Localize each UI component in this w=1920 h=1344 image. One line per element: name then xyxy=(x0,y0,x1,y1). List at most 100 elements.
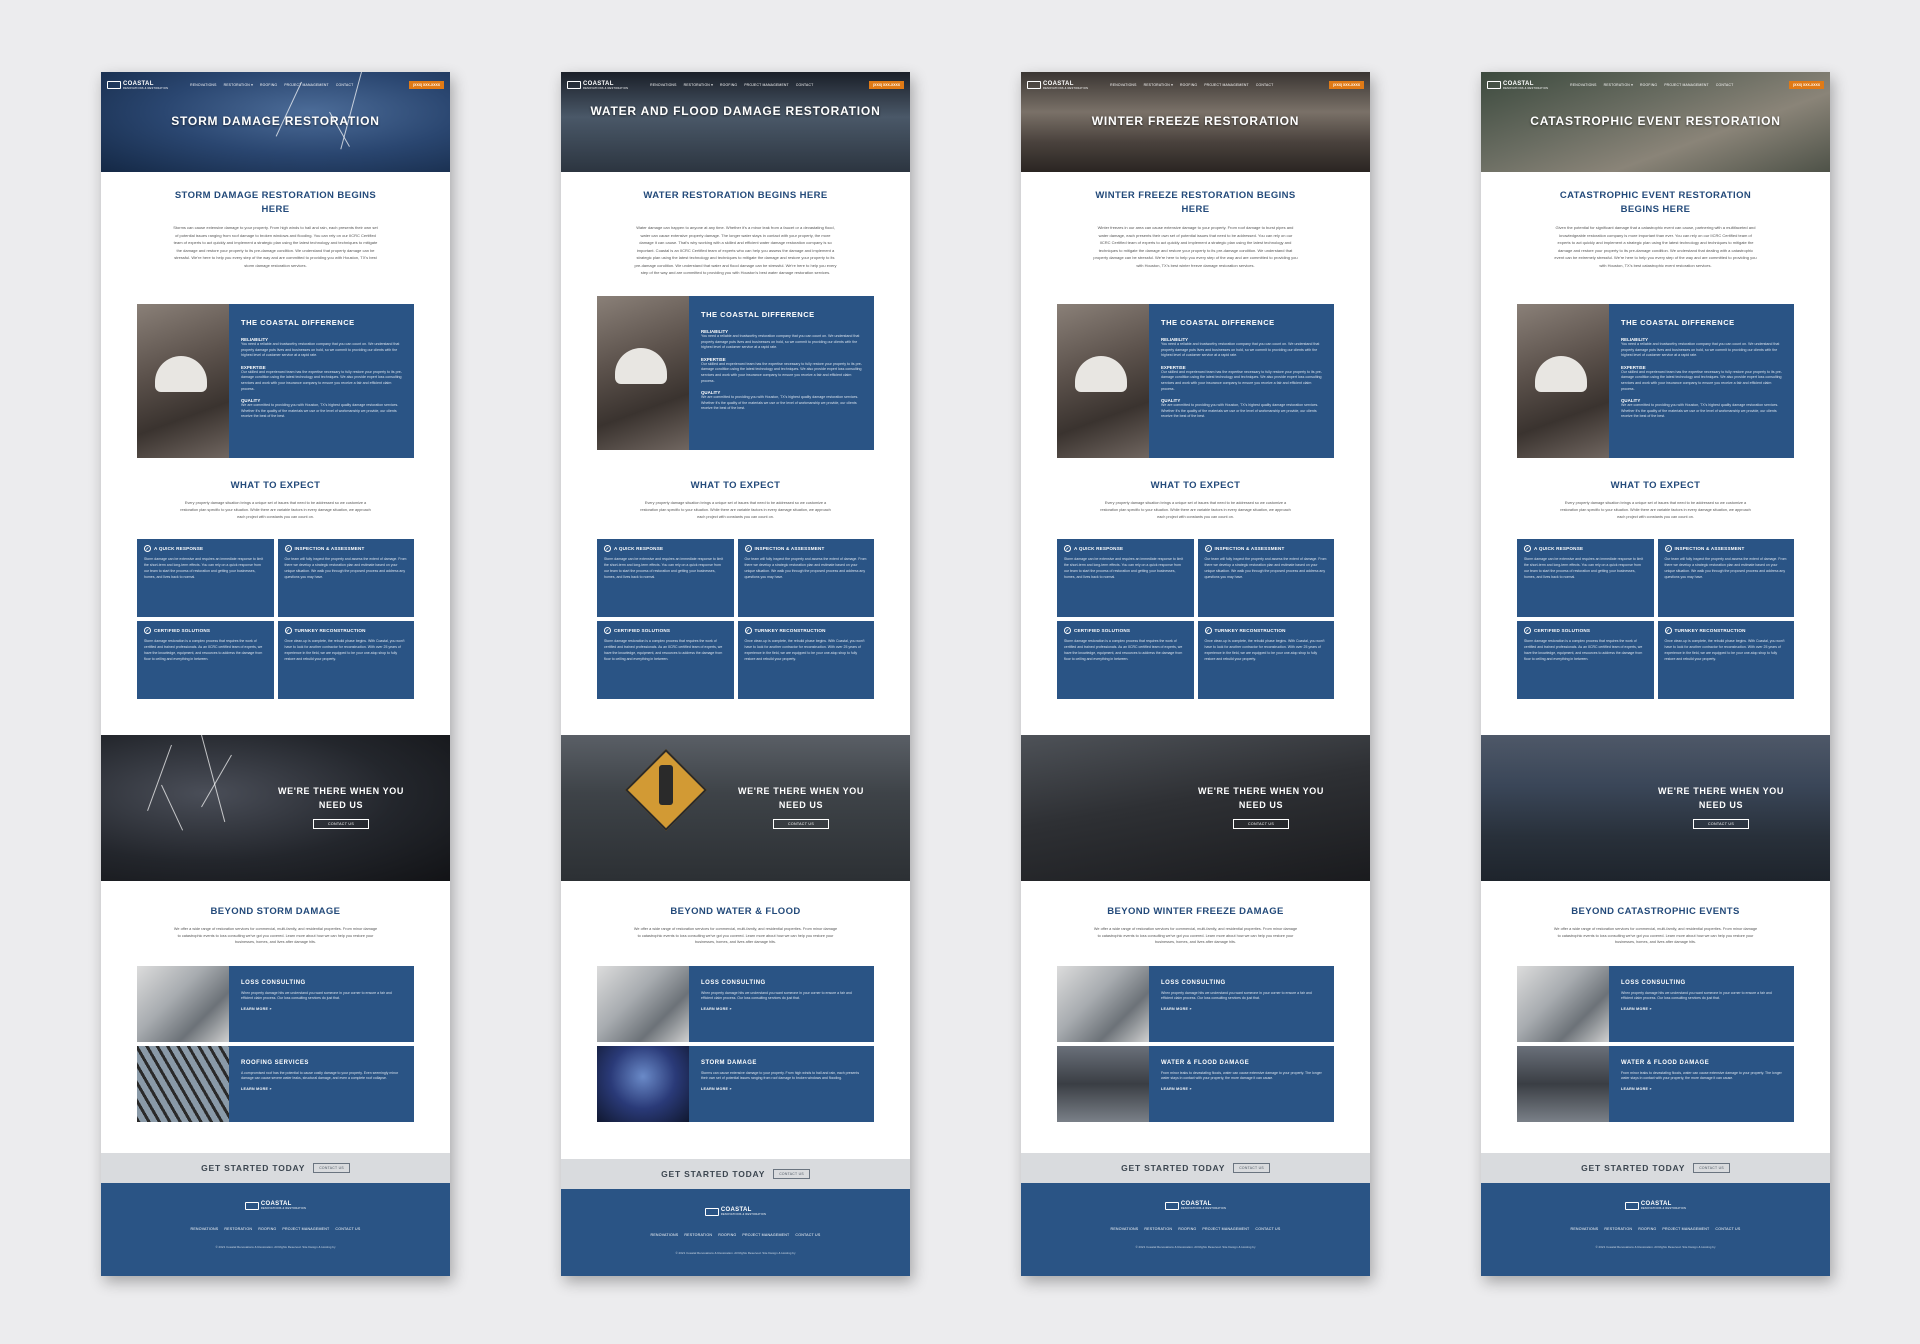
nav-project-management[interactable]: PROJECT MANAGEMENT xyxy=(1204,83,1249,87)
expect-cards-grid: ✓ A QUICK RESPONSE Storm damage can be ex… xyxy=(1517,539,1794,699)
logo[interactable]: COASTAL RENOVATIONS & RESTORATION xyxy=(567,81,628,90)
nav-restoration[interactable]: RESTORATION ▾ xyxy=(1144,83,1173,87)
lightning-bolt xyxy=(201,754,232,808)
learn-more-link[interactable]: LEARN MORE » xyxy=(1621,1087,1782,1091)
learn-more-link[interactable]: LEARN MORE » xyxy=(1161,1087,1322,1091)
get-started-contact-button[interactable]: CONTACT US xyxy=(773,1169,810,1179)
service-title: STORM DAMAGE xyxy=(701,1060,757,1066)
quality-text: We are committed to providing you with H… xyxy=(701,395,859,411)
footer-link-restoration[interactable]: RESTORATION xyxy=(684,1233,712,1237)
phone-button[interactable]: (XXX) XXX-XXXX xyxy=(409,81,444,89)
learn-more-link[interactable]: LEARN MORE » xyxy=(701,1007,862,1011)
nav-roofing[interactable]: ROOFING xyxy=(260,83,277,87)
footer-link-roofing[interactable]: ROOFING xyxy=(718,1233,736,1237)
card-title: INSPECTION & ASSESSMENT xyxy=(1674,546,1745,551)
hero-banner: COASTAL RENOVATIONS & RESTORATION RENOVA… xyxy=(1481,72,1830,172)
nav-project-management[interactable]: PROJECT MANAGEMENT xyxy=(284,83,329,87)
nav-contact[interactable]: CONTACT xyxy=(1256,83,1274,87)
difference-title: THE COASTAL DIFFERENCE xyxy=(241,318,355,327)
storm-damage-page: COASTAL RENOVATIONS & RESTORATION RENOVA… xyxy=(101,72,450,1276)
footer-link-roofing[interactable]: ROOFING xyxy=(1178,1227,1196,1231)
get-started-bar: GET STARTED TODAY CONTACT US xyxy=(101,1153,450,1183)
service-image xyxy=(597,1046,689,1122)
nav-restoration[interactable]: RESTORATION ▾ xyxy=(684,83,713,87)
learn-more-link[interactable]: LEARN MORE » xyxy=(701,1087,862,1091)
check-circle-icon: ✓ xyxy=(1204,545,1212,552)
nav-restoration[interactable]: RESTORATION ▾ xyxy=(224,83,253,87)
footer-link-renovations[interactable]: RENOVATIONS xyxy=(1111,1227,1139,1231)
logo[interactable]: COASTAL RENOVATIONS & RESTORATION xyxy=(1487,81,1548,90)
contact-us-button[interactable]: CONTACT US xyxy=(1693,819,1749,829)
card-text: Our team will fully inspect the property… xyxy=(284,557,407,579)
reliability-text: You need a reliable and trustworthy rest… xyxy=(701,334,860,350)
learn-more-link[interactable]: LEARN MORE » xyxy=(241,1007,402,1011)
service-image xyxy=(1057,1046,1149,1122)
footer-link-contact[interactable]: CONTACT US xyxy=(335,1227,360,1231)
nav-renovations[interactable]: RENOVATIONS xyxy=(1110,83,1136,87)
quality-text: We are committed to providing you with H… xyxy=(1161,403,1319,419)
nav-roofing[interactable]: ROOFING xyxy=(1180,83,1197,87)
nav-contact[interactable]: CONTACT xyxy=(796,83,814,87)
footer-logo[interactable]: COASTAL RENOVATIONS & RESTORATION xyxy=(1624,1201,1686,1210)
footer-link-roofing[interactable]: ROOFING xyxy=(258,1227,276,1231)
phone-button[interactable]: (XXX) XXX-XXXX xyxy=(1329,81,1364,89)
card-text: Our team will fully inspect the property… xyxy=(1664,557,1787,579)
nav-renovations[interactable]: RENOVATIONS xyxy=(650,83,676,87)
nav-contact[interactable]: CONTACT xyxy=(1716,83,1734,87)
get-started-bar: GET STARTED TODAY CONTACT US xyxy=(1021,1153,1370,1183)
footer-link-contact[interactable]: CONTACT US xyxy=(795,1233,820,1237)
phone-button[interactable]: (XXX) XXX-XXXX xyxy=(1789,81,1824,89)
nav-renovations[interactable]: RENOVATIONS xyxy=(1570,83,1596,87)
footer-link-renovations[interactable]: RENOVATIONS xyxy=(651,1233,679,1237)
contact-us-button[interactable]: CONTACT US xyxy=(1233,819,1289,829)
traffic-light-icon xyxy=(659,765,673,805)
footer-logo[interactable]: COASTAL RENOVATIONS & RESTORATION xyxy=(1164,1201,1226,1210)
footer-link-restoration[interactable]: RESTORATION xyxy=(1604,1227,1632,1231)
footer-link-project-management[interactable]: PROJECT MANAGEMENT xyxy=(282,1227,329,1231)
footer-link-contact[interactable]: CONTACT US xyxy=(1715,1227,1740,1231)
phone-button[interactable]: (XXX) XXX-XXXX xyxy=(869,81,904,89)
footer-link-project-management[interactable]: PROJECT MANAGEMENT xyxy=(1202,1227,1249,1231)
get-started-contact-button[interactable]: CONTACT US xyxy=(313,1163,350,1173)
contact-us-button[interactable]: CONTACT US xyxy=(773,819,829,829)
learn-more-link[interactable]: LEARN MORE » xyxy=(1161,1007,1322,1011)
difference-title: THE COASTAL DIFFERENCE xyxy=(701,310,815,319)
contact-us-button[interactable]: CONTACT US xyxy=(313,819,369,829)
get-started-contact-button[interactable]: CONTACT US xyxy=(1693,1163,1730,1173)
nav-renovations[interactable]: RENOVATIONS xyxy=(190,83,216,87)
logo-subtitle: RENOVATIONS & RESTORATION xyxy=(583,86,629,90)
footer-link-renovations[interactable]: RENOVATIONS xyxy=(191,1227,219,1231)
logo[interactable]: COASTAL RENOVATIONS & RESTORATION xyxy=(1027,81,1088,90)
footer-link-contact[interactable]: CONTACT US xyxy=(1255,1227,1280,1231)
card-inspection: ✓ INSPECTION & ASSESSMENT Our team will f… xyxy=(737,539,874,617)
footer-link-roofing[interactable]: ROOFING xyxy=(1638,1227,1656,1231)
learn-more-link[interactable]: LEARN MORE » xyxy=(1621,1007,1782,1011)
service-text: Storms can cause extensive damage to you… xyxy=(701,1071,860,1081)
card-certified: ✓ CERTIFIED SOLUTIONS Storm damage restor… xyxy=(597,621,734,699)
copyright: © 2021 Coastal Renovations & Restoration… xyxy=(215,1245,336,1249)
logo-mark-icon xyxy=(1487,81,1501,89)
top-nav: COASTAL RENOVATIONS & RESTORATION RENOVA… xyxy=(561,72,910,98)
nav-restoration[interactable]: RESTORATION ▾ xyxy=(1604,83,1633,87)
card-quick-response: ✓ A QUICK RESPONSE Storm damage can be ex… xyxy=(1517,539,1654,617)
footer-link-restoration[interactable]: RESTORATION xyxy=(1144,1227,1172,1231)
logo[interactable]: COASTAL RENOVATIONS & RESTORATION xyxy=(107,81,168,90)
footer-logo[interactable]: COASTAL RENOVATIONS & RESTORATION xyxy=(244,1201,306,1210)
card-title: TURNKEY RECONSTRUCTION xyxy=(754,628,826,633)
get-started-contact-button[interactable]: CONTACT US xyxy=(1233,1163,1270,1173)
learn-more-link[interactable]: LEARN MORE » xyxy=(241,1087,402,1091)
second-service-card: ROOFING SERVICES A compromised roof has … xyxy=(137,1046,414,1122)
nav-roofing[interactable]: ROOFING xyxy=(720,83,737,87)
footer-link-project-management[interactable]: PROJECT MANAGEMENT xyxy=(742,1233,789,1237)
nav-project-management[interactable]: PROJECT MANAGEMENT xyxy=(744,83,789,87)
service-title: WATER & FLOOD DAMAGE xyxy=(1161,1060,1250,1066)
card-title: INSPECTION & ASSESSMENT xyxy=(754,546,825,551)
footer-logo[interactable]: COASTAL RENOVATIONS & RESTORATION xyxy=(704,1207,766,1216)
nav-roofing[interactable]: ROOFING xyxy=(1640,83,1657,87)
nav-contact[interactable]: CONTACT xyxy=(336,83,354,87)
footer-link-renovations[interactable]: RENOVATIONS xyxy=(1571,1227,1599,1231)
footer-link-restoration[interactable]: RESTORATION xyxy=(224,1227,252,1231)
nav-project-management[interactable]: PROJECT MANAGEMENT xyxy=(1664,83,1709,87)
footer-link-project-management[interactable]: PROJECT MANAGEMENT xyxy=(1662,1227,1709,1231)
hero-title: STORM DAMAGE RESTORATION xyxy=(171,114,380,128)
